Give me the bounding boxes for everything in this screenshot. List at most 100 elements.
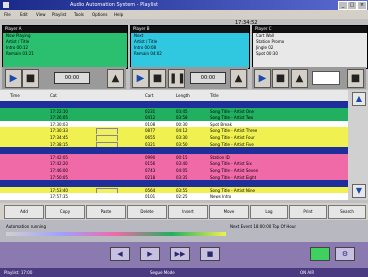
row-title: Spot Break (210, 121, 232, 127)
row-title: Song Title - Artist Three (210, 128, 258, 134)
row-length: 03:45 (176, 108, 188, 114)
row-cart: 0101 (145, 194, 156, 200)
row-length: 04:12 (176, 128, 188, 134)
row-cart: 0990 (145, 154, 156, 160)
menu-help[interactable]: Help (114, 12, 123, 17)
deck-a-counter: 00:00 (54, 72, 90, 84)
deck-c-cue-button[interactable]: ■ (347, 69, 364, 88)
row-title: Song Title - Artist Two (210, 115, 254, 121)
close-button[interactable]: × (357, 1, 367, 10)
row-title: Song Title - Artist Eight (210, 174, 257, 180)
column-length[interactable]: Length (176, 93, 190, 98)
status-right: ON AIR (300, 270, 315, 275)
paste-button[interactable]: Paste (86, 205, 126, 219)
menu-edit[interactable]: Edit (20, 12, 28, 17)
status-bar: Playlist: 17:00 Segue Mode ON AIR (0, 268, 368, 277)
menu-tools[interactable]: Tools (74, 12, 84, 17)
row-time: 17:42:05 (50, 154, 68, 160)
status-left: Playlist: 17:00 (4, 270, 33, 275)
row-time: 17:46:00 (50, 168, 68, 173)
row-cart: 0743 (145, 168, 156, 173)
deck-b-pause-button[interactable]: ❚❚ (168, 69, 186, 88)
deck-c-stop-button[interactable]: ■ (272, 69, 289, 88)
bottom-forward-button[interactable]: ▶▶ (170, 247, 190, 261)
deck-b-play-button[interactable]: ▶ (132, 69, 149, 88)
status-mid: Segue Mode (150, 270, 175, 275)
column-title[interactable]: Title (210, 93, 219, 98)
row-length: 04:05 (176, 168, 188, 173)
row-time: 17:53:40 (50, 187, 68, 193)
column-category[interactable]: Cat (50, 93, 57, 98)
add-button[interactable]: Add (4, 205, 44, 219)
bottom-settings-button[interactable]: ⚙ (335, 247, 355, 261)
deck-a-stop-button[interactable]: ■ (22, 69, 39, 88)
deck-a-eject-button[interactable]: ▲ (107, 69, 124, 88)
copy-button[interactable]: Copy (45, 205, 85, 219)
print-button[interactable]: Print (289, 205, 327, 219)
menu-file[interactable]: File (4, 12, 11, 17)
playlist-header: Time Cat Cart Length Title (0, 90, 348, 101)
deck-a-play-button[interactable]: ▶ (5, 69, 22, 88)
deck-a[interactable]: Player A Now Playing Artist / Title Intr… (2, 25, 128, 69)
row-time: 17:22:10 (50, 108, 68, 114)
info-panel: Automation running Next Event 18:00:00 T… (0, 220, 368, 242)
deck-c-header: Player C (253, 26, 367, 33)
row-cart: 0108 (145, 121, 156, 127)
timeline-bar (6, 232, 226, 236)
menu-options[interactable]: Options (92, 12, 107, 17)
deck-b-controls: ▶ ■ ❚❚ 00:00 ▲ (130, 67, 248, 89)
deck-a-controls: ▶ ■ 00:00 ▲ (2, 67, 126, 89)
delete-button[interactable]: Delete (127, 205, 167, 219)
deck-a-header: Player A (3, 26, 127, 33)
deck-b[interactable]: Player B Next Artist / Title Intro 00:08… (130, 25, 250, 69)
bottom-stop-button[interactable]: ■ (200, 247, 220, 261)
playlist-toolbar: Add Copy Paste Delete Insert Move Log Pr… (0, 203, 368, 220)
info-left-text: Automation running (6, 224, 47, 229)
deck-b-eject-button[interactable]: ▲ (230, 69, 247, 88)
column-time[interactable]: Time (10, 93, 20, 98)
menu-view[interactable]: View (36, 12, 46, 17)
bottom-rewind-button[interactable]: ◀ (110, 247, 130, 261)
move-button[interactable]: Move (209, 205, 249, 219)
deck-a-line: Remain 03:21 (6, 51, 34, 56)
deck-c[interactable]: Player C Cart Wall Station Promo Jingle … (252, 25, 368, 69)
row-title: News Intro (210, 194, 232, 200)
playlist-scrollbar[interactable]: ▲ ▼ (348, 90, 368, 200)
scroll-down-icon[interactable]: ▼ (352, 184, 366, 198)
log-button[interactable]: Log (250, 205, 288, 219)
row-title: Station ID (210, 154, 230, 160)
deck-c-play-button[interactable]: ▶ (254, 69, 271, 88)
row-time: 17:30:03 (50, 121, 68, 127)
app-icon (3, 2, 9, 8)
row-title: Song Title - Artist Four (210, 135, 255, 140)
scroll-up-icon[interactable]: ▲ (352, 92, 366, 106)
row-cart: 0156 (145, 161, 156, 167)
maximize-button[interactable]: □ (347, 1, 357, 10)
automation-window: Audio Automation System - Playlist _ □ ×… (0, 0, 368, 277)
row-cart: 0877 (145, 128, 156, 134)
row-length: 03:55 (176, 187, 188, 193)
window-title: Audio Automation System - Playlist (70, 2, 158, 8)
row-time: 17:50:05 (50, 174, 68, 180)
row-cart: 0218 (145, 174, 156, 180)
playlist-row[interactable]: 17:57:35 0101 02:25 News Intro (0, 193, 348, 200)
row-cart: 0321 (145, 141, 156, 147)
row-length: 00:30 (176, 121, 188, 127)
search-button[interactable]: Search (328, 205, 366, 219)
row-length: 00:15 (176, 154, 188, 160)
playlist-grid: 17:22:10 0231 03:45 Song Title - Artist One… (0, 101, 348, 200)
row-title: Song Title - Artist Nine (210, 187, 255, 193)
on-air-light (310, 247, 330, 261)
column-cart[interactable]: Cart (145, 93, 153, 98)
row-time: 17:34:45 (50, 135, 68, 140)
bottom-play-button[interactable]: ▶ (140, 247, 160, 261)
deck-c-eject-button[interactable]: ▲ (291, 69, 308, 88)
insert-button[interactable]: Insert (168, 205, 208, 219)
row-cart: 0564 (145, 187, 156, 193)
menu-bar: File Edit View Playlist Tools Options He… (0, 10, 368, 19)
row-time: 17:30:33 (50, 128, 68, 134)
menu-playlist[interactable]: Playlist (52, 12, 66, 17)
deck-b-stop-button[interactable]: ■ (149, 69, 166, 88)
deck-b-counter: 00:00 (190, 72, 226, 84)
row-length: 03:30 (176, 135, 188, 140)
